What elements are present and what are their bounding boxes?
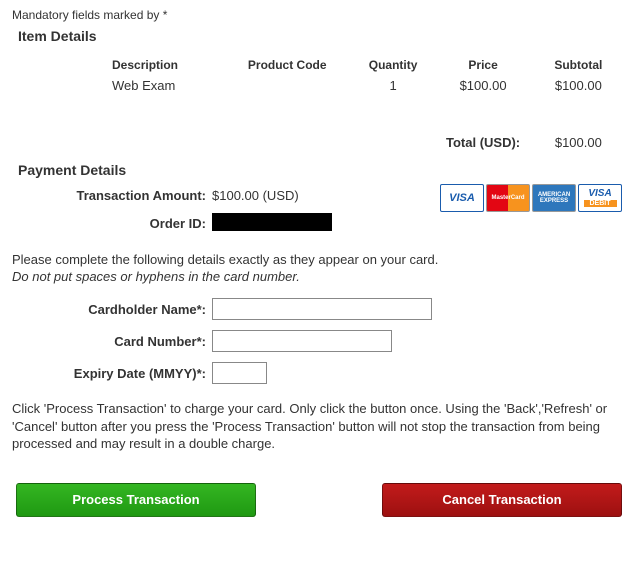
card-number-label: Card Number*:: [12, 334, 212, 349]
transaction-amount-label: Transaction Amount:: [12, 188, 212, 203]
cell-subtotal: $100.00: [531, 76, 626, 95]
card-number-input[interactable]: [212, 330, 392, 352]
amex-icon: AMERICAN EXPRESS: [532, 184, 576, 212]
process-transaction-button[interactable]: Process Transaction: [16, 483, 256, 517]
total-label: Total (USD):: [435, 95, 530, 152]
col-product-code: Product Code: [224, 54, 351, 76]
table-row: Web Exam 1 $100.00 $100.00: [12, 76, 626, 95]
transaction-amount-value: $100.00 (USD): [212, 188, 299, 203]
cardholder-name-input[interactable]: [212, 298, 432, 320]
order-id-label: Order ID:: [12, 216, 212, 231]
visa-debit-icon: VISA DEBIT: [578, 184, 622, 212]
col-price: Price: [435, 54, 530, 76]
item-details-heading: Item Details: [18, 28, 626, 44]
visa-icon: VISA: [440, 184, 484, 212]
col-description: Description: [12, 54, 224, 76]
cell-quantity: 1: [351, 76, 436, 95]
mandatory-note: Mandatory fields marked by *: [12, 8, 626, 22]
items-table: Description Product Code Quantity Price …: [12, 54, 626, 152]
instructions-line-1: Please complete the following details ex…: [12, 252, 626, 267]
table-header-row: Description Product Code Quantity Price …: [12, 54, 626, 76]
cell-product-code: [224, 76, 351, 95]
mastercard-icon: MasterCard: [486, 184, 530, 212]
instructions-line-2: Do not put spaces or hyphens in the card…: [12, 269, 626, 284]
order-id-value-redacted: [212, 213, 332, 231]
card-logos: VISA MasterCard AMERICAN EXPRESS VISA DE…: [440, 184, 622, 212]
cancel-transaction-button[interactable]: Cancel Transaction: [382, 483, 622, 517]
cardholder-name-label: Cardholder Name*:: [12, 302, 212, 317]
col-subtotal: Subtotal: [531, 54, 626, 76]
cell-price: $100.00: [435, 76, 530, 95]
cell-description: Web Exam: [12, 76, 224, 95]
total-row: Total (USD): $100.00: [12, 95, 626, 152]
col-quantity: Quantity: [351, 54, 436, 76]
disclaimer: Click 'Process Transaction' to charge yo…: [12, 400, 626, 453]
expiry-date-label: Expiry Date (MMYY)*:: [12, 366, 212, 381]
payment-details-heading: Payment Details: [18, 162, 626, 178]
expiry-date-input[interactable]: [212, 362, 267, 384]
total-value: $100.00: [531, 95, 626, 152]
